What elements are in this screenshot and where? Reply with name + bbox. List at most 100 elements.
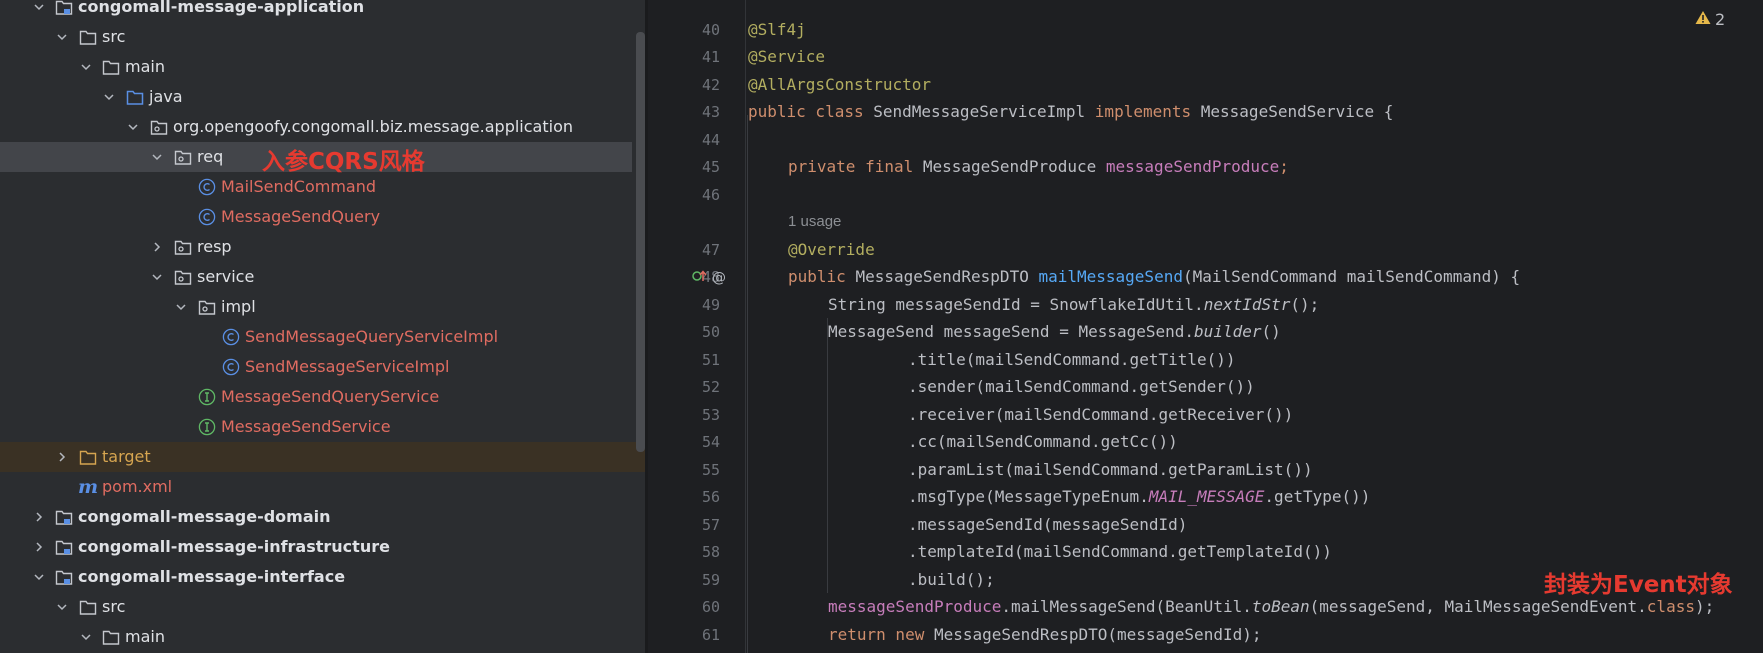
- line-number: 57: [701, 516, 720, 534]
- tree-item-sendmessagequeryserviceimpl[interactable]: SendMessageQueryServiceImpl: [0, 322, 645, 352]
- code-line-49[interactable]: String messageSendId = SnowflakeIdUtil.n…: [828, 291, 1319, 319]
- folder-icon: [102, 59, 120, 76]
- chevron-down-icon[interactable]: [79, 52, 93, 82]
- gutter-icons[interactable]: @: [692, 268, 726, 287]
- tree-item-package-root[interactable]: org.opengoofy.congomall.biz.message.appl…: [0, 112, 645, 142]
- line-number: 44: [701, 131, 720, 149]
- class-icon: [198, 178, 216, 196]
- tree-item-target[interactable]: target: [0, 442, 645, 472]
- tree-item-label: congomall-message-domain: [78, 507, 331, 526]
- code-line-43[interactable]: public class SendMessageServiceImpl impl…: [748, 98, 1393, 126]
- gutter-separator: [745, 0, 746, 653]
- code-line-52[interactable]: .sender(mailSendCommand.getSender()): [908, 373, 1255, 401]
- line-number: 53: [701, 406, 720, 424]
- code-editor[interactable]: 40 41 42 43 44 45 46 47 48 49 50 51 52 5…: [648, 0, 1763, 653]
- tree-item-service[interactable]: service: [0, 262, 645, 292]
- code-line-54[interactable]: .cc(mailSendCommand.getCc()): [908, 428, 1178, 456]
- code-line-56[interactable]: .msgType(MessageTypeEnum.MAIL_MESSAGE.ge…: [908, 483, 1370, 511]
- chevron-down-icon[interactable]: [150, 142, 164, 172]
- tree-item-label: MessageSendService: [221, 417, 391, 436]
- line-number: 58: [701, 543, 720, 561]
- folder-icon: [79, 599, 97, 616]
- tree-item-messagesendquery[interactable]: MessageSendQuery: [0, 202, 645, 232]
- chevron-right-icon[interactable]: [150, 232, 164, 262]
- tree-item-resp[interactable]: resp: [0, 232, 645, 262]
- tree-item-messagesendservice[interactable]: MessageSendService: [0, 412, 645, 442]
- folder-icon: [79, 29, 97, 46]
- tree-item-mailsendcommand[interactable]: MailSendCommand: [0, 172, 645, 202]
- tree-item-label: MessageSendQuery: [221, 207, 381, 226]
- code-line-53[interactable]: .receiver(mailSendCommand.getReceiver()): [908, 401, 1293, 429]
- line-number: 50: [701, 323, 720, 341]
- tree-scrollbar[interactable]: [636, 32, 645, 452]
- chevron-down-icon[interactable]: [150, 262, 164, 292]
- code-line-59[interactable]: .build();: [908, 566, 995, 594]
- tree-item-impl[interactable]: impl: [0, 292, 645, 322]
- code-line-58[interactable]: .templateId(mailSendCommand.getTemplateI…: [908, 538, 1332, 566]
- line-number: 49: [701, 296, 720, 314]
- line-number: 56: [701, 488, 720, 506]
- tree-item-congomall-message-interface[interactable]: congomall-message-interface: [0, 562, 645, 592]
- tree-item-messagesendqueryservice[interactable]: MessageSendQueryService: [0, 382, 645, 412]
- chevron-down-icon[interactable]: [79, 622, 93, 652]
- tree-item-main[interactable]: main: [0, 52, 645, 82]
- package-icon: [174, 149, 192, 166]
- tree-item-sendmessageserviceimpl[interactable]: SendMessageServiceImpl: [0, 352, 645, 382]
- interface-icon: [198, 418, 216, 436]
- indent-guide: [827, 318, 828, 593]
- line-number: 47: [701, 241, 720, 259]
- code-line-55[interactable]: .paramList(mailSendCommand.getParamList(…: [908, 456, 1313, 484]
- code-line-48[interactable]: public MessageSendRespDTO mailMessageSen…: [788, 263, 1520, 291]
- line-number: 42: [701, 76, 720, 94]
- module-folder-icon: [55, 509, 73, 526]
- code-line-61[interactable]: return new MessageSendRespDTO(messageSen…: [828, 621, 1261, 649]
- tree-item-src[interactable]: src: [0, 592, 645, 622]
- line-number: 59: [701, 571, 720, 589]
- code-line-41[interactable]: @Service: [748, 43, 825, 71]
- code-line-42[interactable]: @AllArgsConstructor: [748, 71, 931, 99]
- chevron-down-icon[interactable]: [126, 112, 140, 142]
- chevron-down-icon[interactable]: [32, 562, 46, 592]
- tree-item-pom-xml[interactable]: m pom.xml: [0, 472, 645, 502]
- code-line-45[interactable]: private final MessageSendProduce message…: [788, 153, 1289, 181]
- chevron-down-icon[interactable]: [102, 82, 116, 112]
- module-folder-icon: [55, 0, 73, 16]
- code-line-47[interactable]: @Override: [788, 236, 875, 264]
- chevron-right-icon[interactable]: [32, 502, 46, 532]
- tree-item-java[interactable]: java: [0, 82, 645, 112]
- tree-item-label: pom.xml: [102, 477, 173, 496]
- tree-item-main[interactable]: main: [0, 622, 645, 652]
- chevron-down-icon[interactable]: [32, 0, 46, 22]
- tree-item-label: main: [125, 627, 165, 646]
- inspection-widget[interactable]: 2: [1695, 10, 1725, 29]
- chevron-right-icon[interactable]: [55, 442, 69, 472]
- tree-item-congomall-message-application[interactable]: congomall-message-application: [0, 0, 645, 22]
- source-folder-icon: [126, 89, 144, 106]
- module-folder-icon: [55, 539, 73, 556]
- implements-method-icon[interactable]: [692, 268, 708, 287]
- code-line-40[interactable]: @Slf4j: [748, 16, 806, 44]
- override-gutter-icon[interactable]: @: [712, 270, 726, 286]
- class-icon: [198, 208, 216, 226]
- code-line-50[interactable]: MessageSend messageSend = MessageSend.bu…: [828, 318, 1281, 346]
- project-tree: congomall-message-application src main j…: [0, 0, 645, 653]
- chevron-down-icon[interactable]: [55, 22, 69, 52]
- code-line-57[interactable]: .messageSendId(messageSendId): [908, 511, 1187, 539]
- package-icon: [198, 299, 216, 316]
- excluded-folder-icon: [79, 449, 97, 466]
- tree-item-congomall-message-domain[interactable]: congomall-message-domain: [0, 502, 645, 532]
- tree-item-label: target: [102, 447, 151, 466]
- chevron-down-icon[interactable]: [174, 292, 188, 322]
- class-icon: [222, 358, 240, 376]
- tree-item-congomall-message-infrastructure[interactable]: congomall-message-infrastructure: [0, 532, 645, 562]
- chevron-right-icon[interactable]: [32, 532, 46, 562]
- code-line-51[interactable]: .title(mailSendCommand.getTitle()): [908, 346, 1236, 374]
- chevron-down-icon[interactable]: [55, 592, 69, 622]
- tree-item-src[interactable]: src: [0, 22, 645, 52]
- line-number: 40: [701, 21, 720, 39]
- indent-guide: [747, 115, 748, 653]
- tree-item-label: req: [197, 147, 224, 166]
- usage-hint[interactable]: 1 usage: [788, 208, 841, 236]
- package-icon: [174, 239, 192, 256]
- annotation-event-note: 封装为Event对象: [1544, 572, 1733, 598]
